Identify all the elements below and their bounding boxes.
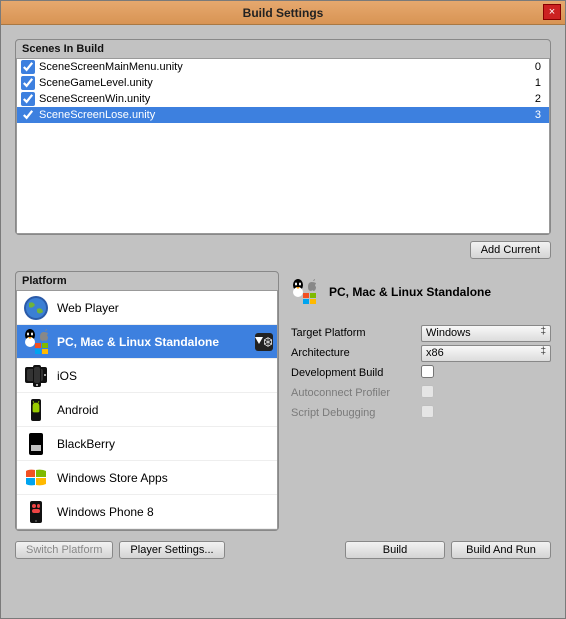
android-icon [23, 397, 49, 423]
scene-checkbox[interactable] [21, 60, 35, 74]
platform-item-wp[interactable]: Windows Phone 8 [17, 495, 277, 529]
platform-panel: Platform Web Player PC, Mac & Linux Stand… [15, 271, 279, 531]
target-platform-label: Target Platform [291, 327, 421, 339]
scene-row[interactable]: SceneScreenMainMenu.unity0 [17, 59, 549, 75]
platform-label: iOS [57, 369, 77, 383]
titlebar: Build Settings × [1, 1, 565, 25]
bb-icon [23, 431, 49, 457]
setting-development-build: Development Build [291, 363, 551, 383]
scene-name: SceneScreenWin.unity [39, 93, 521, 105]
script-debugging-label: Script Debugging [291, 407, 421, 419]
scenes-panel: Scenes In Build SceneScreenMainMenu.unit… [15, 39, 551, 235]
add-current-button[interactable]: Add Current [470, 241, 551, 259]
setting-script-debugging: Script Debugging [291, 403, 551, 423]
unity-current-icon [255, 333, 273, 351]
platform-label: Web Player [57, 301, 119, 315]
platform-label: BlackBerry [57, 437, 115, 451]
autoconnect-profiler-label: Autoconnect Profiler [291, 387, 421, 399]
bottom-button-row: Switch Platform Player Settings... Build… [15, 541, 551, 559]
scene-row[interactable]: SceneScreenLose.unity3 [17, 107, 549, 123]
ios-icon [23, 363, 49, 389]
window-title: Build Settings [1, 6, 565, 20]
standalone-icon [291, 279, 321, 305]
script-debugging-checkbox [421, 405, 434, 418]
wp-icon [23, 499, 49, 525]
development-build-label: Development Build [291, 367, 421, 379]
platform-label: Windows Store Apps [57, 471, 168, 485]
scene-name: SceneGameLevel.unity [39, 77, 521, 89]
globe-icon [23, 295, 49, 321]
platform-item-globe[interactable]: Web Player [17, 291, 277, 325]
scene-index: 1 [521, 77, 541, 89]
setting-autoconnect-profiler: Autoconnect Profiler [291, 383, 551, 403]
setting-target-platform: Target Platform Windows [291, 323, 551, 343]
settings-pane: PC, Mac & Linux Standalone Target Platfo… [291, 271, 551, 531]
platform-item-android[interactable]: Android [17, 393, 277, 427]
scene-name: SceneScreenMainMenu.unity [39, 61, 521, 73]
scene-index: 2 [521, 93, 541, 105]
scene-index: 3 [521, 109, 541, 121]
platform-item-combo[interactable]: PC, Mac & Linux Standalone [17, 325, 277, 359]
scene-name: SceneScreenLose.unity [39, 109, 521, 121]
platform-label: Android [57, 403, 98, 417]
architecture-dropdown[interactable]: x86 [421, 345, 551, 362]
scene-row[interactable]: SceneScreenWin.unity2 [17, 91, 549, 107]
settings-title: PC, Mac & Linux Standalone [329, 285, 491, 299]
platform-label: Windows Phone 8 [57, 505, 154, 519]
platform-list[interactable]: Web Player PC, Mac & Linux Standalone iOS A… [16, 290, 278, 530]
scene-index: 0 [521, 61, 541, 73]
settings-title-row: PC, Mac & Linux Standalone [291, 279, 551, 305]
platform-item-bb[interactable]: BlackBerry [17, 427, 277, 461]
scenes-list[interactable]: SceneScreenMainMenu.unity0SceneGameLevel… [16, 58, 550, 234]
platform-header: Platform [16, 272, 278, 290]
development-build-checkbox[interactable] [421, 365, 434, 378]
build-button[interactable]: Build [345, 541, 445, 559]
autoconnect-profiler-checkbox [421, 385, 434, 398]
platform-item-ios[interactable]: iOS [17, 359, 277, 393]
scene-checkbox[interactable] [21, 76, 35, 90]
close-icon[interactable]: × [543, 4, 561, 20]
platform-label: PC, Mac & Linux Standalone [57, 335, 219, 349]
scene-checkbox[interactable] [21, 92, 35, 106]
platform-item-winstore[interactable]: Windows Store Apps [17, 461, 277, 495]
combo-icon [23, 329, 49, 355]
winstore-icon [23, 465, 49, 491]
build-and-run-button[interactable]: Build And Run [451, 541, 551, 559]
switch-platform-button[interactable]: Switch Platform [15, 541, 113, 559]
architecture-label: Architecture [291, 347, 421, 359]
scene-checkbox[interactable] [21, 108, 35, 122]
player-settings-button[interactable]: Player Settings... [119, 541, 224, 559]
scenes-header: Scenes In Build [16, 40, 550, 58]
scene-row[interactable]: SceneGameLevel.unity1 [17, 75, 549, 91]
setting-architecture: Architecture x86 [291, 343, 551, 363]
target-platform-dropdown[interactable]: Windows [421, 325, 551, 342]
